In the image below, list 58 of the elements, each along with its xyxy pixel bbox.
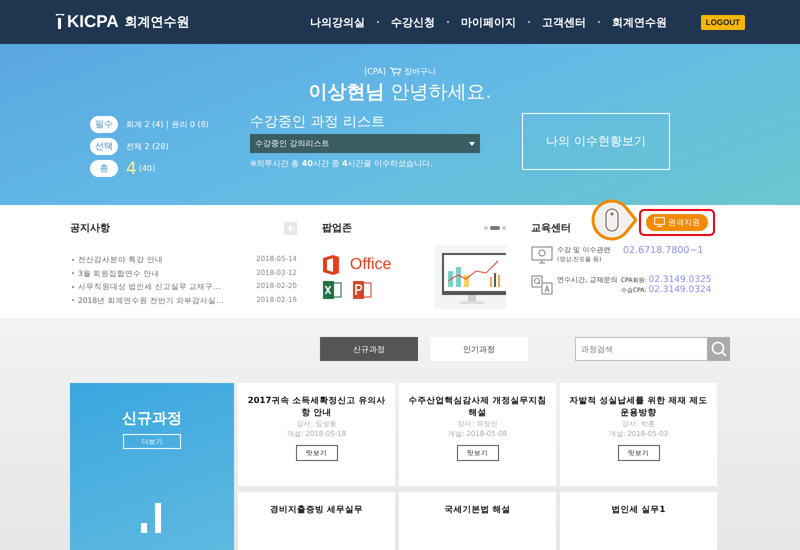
course-tab[interactable]: 인기과정 xyxy=(430,337,528,361)
dropdown-caret-icon xyxy=(469,142,475,146)
popup-title: 팝업존 xyxy=(322,222,352,235)
member-tag: [CPA] xyxy=(364,67,386,76)
stat-text: 회계 2 (4) | 윤리 0 (8) xyxy=(126,119,209,130)
stat-label: 총 xyxy=(90,160,118,177)
nav-separator xyxy=(376,21,379,23)
nav-link[interactable]: 마이페이지 xyxy=(460,14,516,30)
course-title: 2017귀속 소득세확정신고 유의사항 안내 xyxy=(246,395,386,419)
nav-separator xyxy=(598,21,600,23)
hours-note: ※의무시간 총 40시간 중 4시간을 이수하셨습니다. xyxy=(250,158,434,169)
course-title: 국세기본법 해설 xyxy=(444,504,510,516)
notice-title: 공지사항 xyxy=(70,222,110,235)
nav-link[interactable]: 수강신청 xyxy=(390,14,435,30)
phone-number: 02.3149.0324 xyxy=(648,285,712,295)
stat-value: 4 xyxy=(126,162,137,176)
course-tab[interactable]: 신규과정 xyxy=(320,337,418,361)
course-select[interactable]: 수강중인 강의리스트 xyxy=(250,134,480,153)
logo-text[interactable]: KICPA xyxy=(67,12,119,32)
logo-mark-icon xyxy=(55,14,65,30)
mouse-callout-icon xyxy=(590,199,637,241)
computer-icon xyxy=(530,245,553,265)
course-card[interactable]: 법인세 실무1 xyxy=(560,492,717,550)
stat-text: (40) xyxy=(138,164,156,173)
phone-number: 02.6718.7800~1 xyxy=(622,245,704,256)
cart-icon xyxy=(388,67,401,76)
course-list-title: 수강중인 과정 리스트 xyxy=(250,113,386,131)
powerpoint-icon xyxy=(352,280,372,300)
nav-separator xyxy=(528,21,530,23)
course-card[interactable]: 국세기본법 해설 xyxy=(399,492,556,550)
phone-number: 02.3149.0325 xyxy=(648,275,712,285)
search-field[interactable]: 과정검색 xyxy=(575,337,707,361)
nav-link[interactable]: 고객센터 xyxy=(542,14,586,30)
greeting-text: 이상현님 안녕하세요. xyxy=(307,80,493,105)
nav-link[interactable]: 나의강의실 xyxy=(310,14,365,30)
course-title: 수주산업핵심감사제 개정실무지침 해설 xyxy=(408,395,548,419)
plus-icon[interactable] xyxy=(284,222,297,234)
stat-label: 필수 xyxy=(90,116,118,133)
excel-icon xyxy=(322,280,342,300)
edu-center-title: 교육센터 xyxy=(530,222,571,235)
course-title: 자발적 성실납세를 위한 제재 제도 운용방향 xyxy=(568,395,708,419)
monitor-icon xyxy=(654,217,665,227)
course-title: 경비지출증빙 세무실무 xyxy=(270,504,363,516)
search-icon xyxy=(710,341,726,357)
office-logo-icon xyxy=(322,254,340,276)
course-card[interactable]: 경비지출증빙 세무실무 xyxy=(238,492,395,550)
stat-text: 전체 2 (28) xyxy=(126,141,169,152)
search-button[interactable] xyxy=(707,337,730,361)
office-logo-text: Office xyxy=(350,256,392,274)
slide-indicator[interactable] xyxy=(490,226,500,230)
nav-separator xyxy=(446,21,449,23)
logo-subtitle: 회계연수원 xyxy=(124,14,190,31)
nav-link[interactable]: 회계연수원 xyxy=(612,14,667,30)
logout-button[interactable]: LOGOUT xyxy=(700,14,745,30)
course-title: 법인세 실무1 xyxy=(612,504,666,516)
stat-label: 선택 xyxy=(90,138,118,155)
qa-icon xyxy=(530,275,553,295)
feature-title: 신규과정 xyxy=(122,409,182,428)
